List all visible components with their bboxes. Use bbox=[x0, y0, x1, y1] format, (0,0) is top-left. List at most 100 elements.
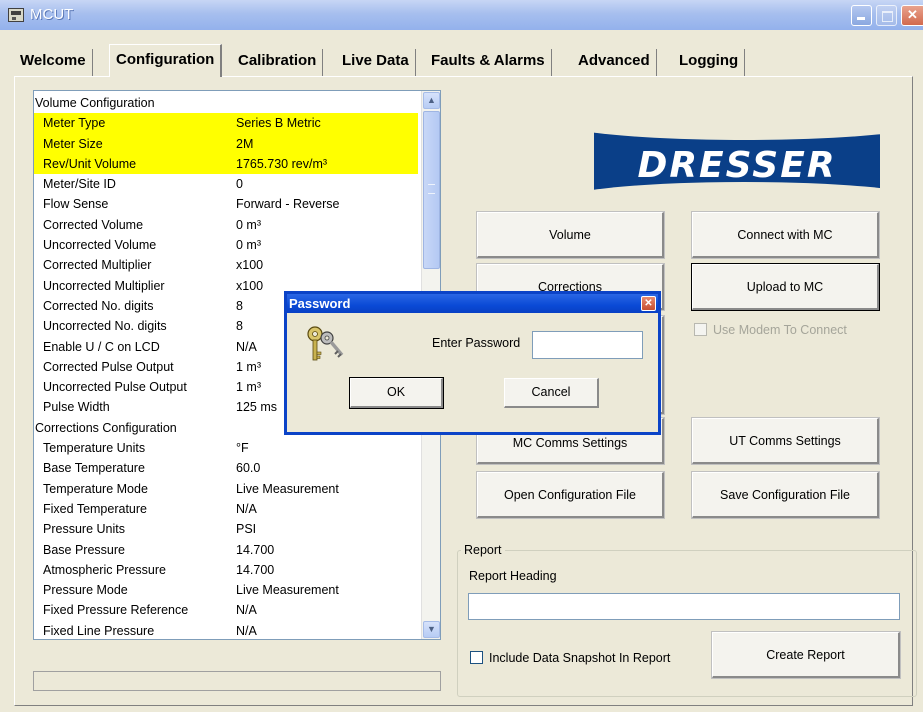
list-item[interactable]: Meter Size 2M bbox=[34, 133, 418, 154]
tab-live-data[interactable]: Live Data bbox=[336, 49, 416, 77]
save-config-label: Save Configuration File bbox=[720, 488, 850, 502]
scroll-down-icon[interactable]: ▼ bbox=[423, 621, 440, 638]
connect-button-label: Connect with MC bbox=[737, 228, 833, 242]
snapshot-checkbox-box[interactable] bbox=[470, 651, 483, 664]
cancel-button[interactable]: Cancel bbox=[504, 378, 599, 408]
tab-advanced[interactable]: Advanced bbox=[572, 49, 657, 77]
list-item[interactable]: Fixed Line Pressure N/A bbox=[34, 621, 422, 639]
list-item[interactable]: Rev/Unit Volume 1765.730 rev/m³ bbox=[34, 153, 418, 175]
tab-configuration[interactable]: Configuration bbox=[109, 44, 223, 77]
list-item-key: Corrected Volume bbox=[43, 217, 144, 232]
password-dialog: Password ✕ Enter Password OK Cancel bbox=[284, 291, 661, 435]
list-item-key: Pressure Units bbox=[43, 522, 125, 537]
list-item-value: N/A bbox=[236, 623, 257, 638]
volume-button[interactable]: Volume bbox=[476, 211, 665, 259]
connect-with-mc-button[interactable]: Connect with MC bbox=[691, 211, 880, 259]
list-section-header[interactable]: Volume Configuration bbox=[34, 93, 422, 113]
list-item-key: Base Temperature bbox=[43, 461, 145, 476]
logo-text: DRESSER bbox=[637, 145, 837, 186]
list-item-value: N/A bbox=[236, 603, 257, 618]
open-configuration-file-button[interactable]: Open Configuration File bbox=[476, 471, 665, 519]
ut-comms-settings-button[interactable]: UT Comms Settings bbox=[691, 417, 880, 465]
create-report-button[interactable]: Create Report bbox=[711, 631, 901, 679]
list-item-value: 2M bbox=[236, 136, 254, 151]
dialog-title-bar[interactable]: Password ✕ bbox=[287, 294, 658, 313]
list-item-key: Fixed Pressure Reference bbox=[43, 603, 189, 618]
password-input[interactable] bbox=[532, 331, 643, 359]
tab-calibration[interactable]: Calibration bbox=[232, 49, 324, 77]
upload-button-label: Upload to MC bbox=[746, 280, 824, 294]
tab-faults-alarms[interactable]: Faults & Alarms bbox=[425, 49, 552, 77]
list-item[interactable]: Fixed Pressure Reference N/A bbox=[34, 600, 422, 620]
include-snapshot-checkbox[interactable]: Include Data Snapshot In Report bbox=[470, 651, 670, 665]
list-item[interactable]: Base Temperature 60.0 bbox=[34, 458, 422, 478]
list-item[interactable]: Uncorrected Volume 0 m³ bbox=[34, 235, 422, 255]
list-item[interactable]: Corrected Volume 0 m³ bbox=[34, 215, 422, 235]
enter-password-label: Enter Password bbox=[432, 336, 521, 350]
list-item[interactable]: Pressure Mode Live Measurement bbox=[34, 580, 422, 600]
list-item-value: 8 bbox=[236, 319, 243, 334]
list-item-value: PSI bbox=[236, 522, 257, 537]
list-item-value: 1 m³ bbox=[236, 359, 261, 374]
list-item-key: Corrected No. digits bbox=[43, 298, 154, 313]
ok-button[interactable]: OK bbox=[349, 377, 444, 409]
list-item[interactable]: Fixed Temperature N/A bbox=[34, 499, 422, 519]
list-item[interactable]: Temperature Units °F bbox=[34, 438, 422, 458]
open-config-label: Open Configuration File bbox=[503, 488, 637, 502]
list-item[interactable]: Base Pressure 14.700 bbox=[34, 540, 422, 560]
list-item-key: Meter Type bbox=[43, 116, 106, 131]
scroll-up-icon[interactable]: ▲ bbox=[423, 92, 440, 109]
scroll-thumb[interactable] bbox=[423, 111, 440, 269]
list-item[interactable]: Temperature Mode Live Measurement bbox=[34, 479, 422, 499]
report-heading-input[interactable] bbox=[468, 593, 900, 620]
list-item-value: 0 m³ bbox=[236, 238, 261, 253]
list-item-key: Fixed Line Pressure bbox=[43, 623, 155, 638]
title-bar[interactable]: MCUT bbox=[0, 0, 923, 30]
list-item-key: Corrections Configuration bbox=[35, 420, 177, 435]
list-item-value: °F bbox=[236, 441, 249, 456]
list-item-key: Volume Configuration bbox=[35, 96, 155, 110]
list-item-key: Flow Sense bbox=[43, 197, 109, 212]
list-item-value: 60.0 bbox=[236, 461, 261, 476]
ut-comms-label: UT Comms Settings bbox=[729, 434, 841, 448]
list-item-key: Pressure Mode bbox=[43, 583, 128, 598]
list-item[interactable]: Flow Sense Forward - Reverse bbox=[34, 194, 422, 214]
list-item-value: Series B Metric bbox=[236, 116, 321, 131]
list-item[interactable]: Atmospheric Pressure 14.700 bbox=[34, 560, 422, 580]
tab-welcome[interactable]: Welcome bbox=[14, 49, 93, 77]
snapshot-checkbox-label: Include Data Snapshot In Report bbox=[489, 651, 671, 665]
list-item-key: Uncorrected Volume bbox=[43, 238, 157, 253]
save-configuration-file-button[interactable]: Save Configuration File bbox=[691, 471, 880, 519]
mcut-window: MCUT Welcome Configuration Calibration L… bbox=[0, 0, 923, 712]
list-item-value: 0 bbox=[236, 177, 243, 192]
list-item-value: 14.700 bbox=[236, 542, 275, 557]
list-item-key: Base Pressure bbox=[43, 542, 125, 557]
list-item-key: Uncorrected Pulse Output bbox=[43, 380, 187, 395]
list-item[interactable]: Corrected Multiplier x100 bbox=[34, 255, 422, 275]
list-item-key: Corrected Multiplier bbox=[43, 258, 152, 273]
list-item-value: Live Measurement bbox=[236, 583, 339, 598]
list-item-key: Meter Size bbox=[43, 136, 103, 151]
list-item-key: Fixed Temperature bbox=[43, 501, 147, 516]
volume-button-label: Volume bbox=[549, 228, 591, 242]
list-item[interactable]: Pressure Units PSI bbox=[34, 519, 422, 539]
list-item-value: Live Measurement bbox=[236, 481, 339, 496]
list-item-value: 1 m³ bbox=[236, 380, 261, 395]
upload-to-mc-button[interactable]: Upload to MC bbox=[691, 263, 880, 311]
list-item-value: Forward - Reverse bbox=[236, 197, 340, 212]
modem-checkbox-label: Use Modem To Connect bbox=[713, 323, 847, 337]
logo-swoosh-top bbox=[594, 112, 880, 140]
list-item-key: Temperature Units bbox=[43, 441, 146, 456]
tab-logging[interactable]: Logging bbox=[673, 49, 746, 77]
close-window-button[interactable] bbox=[901, 5, 923, 26]
list-item-key: Pulse Width bbox=[43, 400, 110, 415]
list-item[interactable]: Meter/Site ID 0 bbox=[34, 174, 422, 194]
list-item[interactable]: Meter Type Series B Metric bbox=[34, 113, 418, 134]
minimize-button[interactable] bbox=[851, 5, 872, 26]
report-group-label: Report bbox=[461, 543, 505, 557]
list-item-value: x100 bbox=[236, 258, 264, 273]
dialog-close-icon[interactable]: ✕ bbox=[641, 296, 656, 311]
app-icon bbox=[8, 8, 24, 22]
list-item-key: Uncorrected Multiplier bbox=[43, 278, 165, 293]
window-title: MCUT bbox=[30, 6, 74, 23]
